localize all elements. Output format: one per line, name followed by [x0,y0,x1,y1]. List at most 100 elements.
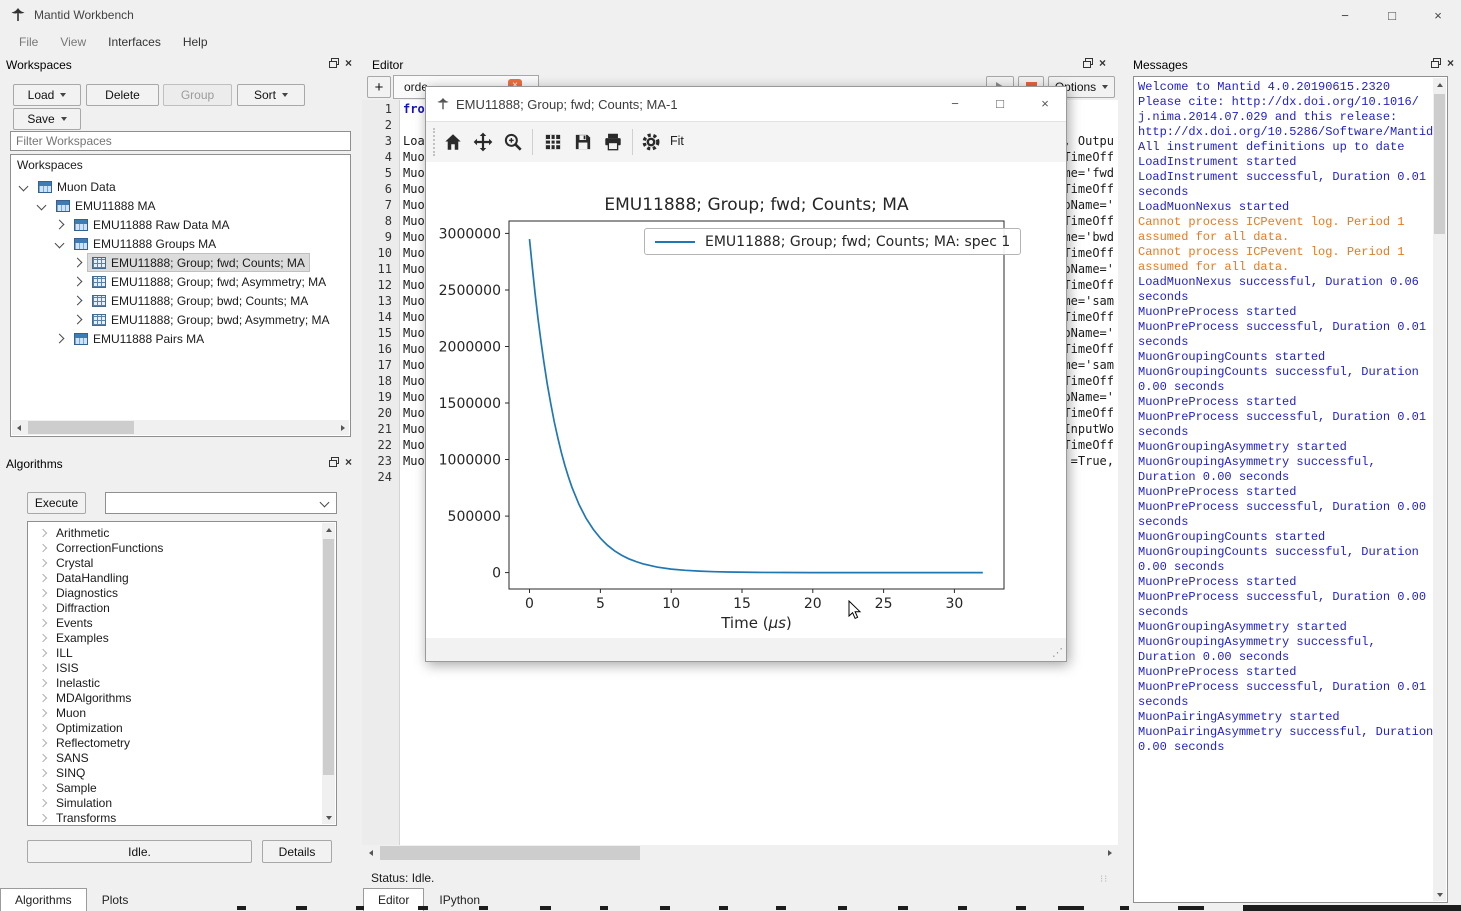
expander-icon[interactable] [39,618,47,626]
scrollbar-thumb[interactable] [1434,94,1445,234]
expander-icon[interactable] [37,201,47,211]
zoom-icon[interactable] [502,131,524,153]
close-panel-icon[interactable]: × [1447,58,1454,68]
workspace-tree-row[interactable]: EMU11888; Group; bwd; Asymmetry; MA [13,310,348,329]
algorithm-category-row[interactable]: Crystal [30,555,320,570]
workspace-tree-row[interactable]: EMU11888; Group; fwd; Counts; MA [13,253,348,272]
algorithm-select[interactable] [105,492,337,514]
expander-icon[interactable] [39,573,47,581]
expander-icon[interactable] [19,182,29,192]
algorithm-category-row[interactable]: Sample [30,780,320,795]
expander-icon[interactable] [39,753,47,761]
expander-icon[interactable] [39,693,47,701]
expander-icon[interactable] [55,220,65,230]
maximize-button[interactable]: □ [1369,0,1415,30]
fit-button[interactable]: Fit [664,132,690,150]
pan-icon[interactable] [472,131,494,153]
expander-icon[interactable] [39,663,47,671]
plot-figure-window[interactable]: EMU11888; Group; fwd; Counts; MA-1 − □ × [425,86,1067,662]
close-button[interactable]: × [1415,0,1461,30]
save-icon[interactable] [572,131,594,153]
algorithm-category-row[interactable]: Arithmetic [30,525,320,540]
combobox-arrow-icon[interactable] [320,498,330,508]
close-button[interactable]: × [1028,87,1062,120]
undock-icon[interactable] [1083,58,1093,68]
algorithm-category-row[interactable]: Transforms [30,810,320,825]
execute-button[interactable]: Execute [27,492,86,514]
algorithm-category-row[interactable]: Muon [30,705,320,720]
scroll-left-icon[interactable] [12,420,25,435]
close-panel-icon[interactable]: × [345,457,352,467]
resize-grip[interactable]: ⋰ [1052,646,1063,659]
expander-icon[interactable] [39,738,47,746]
expander-icon[interactable] [73,258,83,268]
workspace-tree-row[interactable]: EMU11888; Group; bwd; Counts; MA [13,291,348,310]
expander-icon[interactable] [55,334,65,344]
expander-icon[interactable] [73,296,83,306]
details-button[interactable]: Details [262,840,332,863]
tree-root-label[interactable]: Workspaces [17,158,83,172]
customize-icon[interactable] [640,131,662,153]
workspace-tree-row[interactable]: EMU11888 MA [13,196,348,215]
algorithm-category-row[interactable]: Events [30,615,320,630]
algorithm-category-row[interactable]: SANS [30,750,320,765]
minimize-button[interactable]: − [1322,0,1368,30]
scroll-up-icon[interactable] [1433,78,1446,91]
algorithm-category-row[interactable]: DataHandling [30,570,320,585]
tree-hscrollbar[interactable] [12,420,349,435]
algorithm-category-row[interactable]: Simulation [30,795,320,810]
maximize-button[interactable]: □ [983,87,1017,120]
plot-canvas[interactable]: EMU11888; Group; fwd; Counts; MA 0510152… [426,162,1066,640]
undock-icon[interactable] [329,58,339,68]
expander-icon[interactable] [39,768,47,776]
expander-icon[interactable] [39,528,47,536]
expander-icon[interactable] [39,678,47,686]
save-button[interactable]: Save [13,108,81,130]
close-panel-icon[interactable]: × [345,58,352,68]
expander-icon[interactable] [39,603,47,611]
algorithm-category-row[interactable]: Diagnostics [30,585,320,600]
close-panel-icon[interactable]: × [1099,58,1106,68]
messages-vscrollbar[interactable] [1433,78,1446,901]
algorithm-category-row[interactable]: CorrectionFunctions [30,540,320,555]
expander-icon[interactable] [39,588,47,596]
expander-icon[interactable] [39,543,47,551]
expander-icon[interactable] [39,723,47,731]
algorithm-category-row[interactable]: MDAlgorithms [30,690,320,705]
scroll-up-icon[interactable] [322,523,335,536]
scrollbar-thumb[interactable] [28,421,134,434]
scroll-right-icon[interactable] [1103,845,1116,861]
messages-log[interactable]: Welcome to Mantid 4.0.20190615.2320Pleas… [1133,76,1448,903]
menu-item[interactable]: View [49,32,97,52]
scroll-down-icon[interactable] [322,811,335,824]
menu-item[interactable]: Interfaces [97,32,172,52]
editor-hscrollbar[interactable] [362,845,1118,861]
dock-tab[interactable]: Editor [363,888,424,911]
workspace-tree-row[interactable]: EMU11888 Pairs MA [13,329,348,348]
workspace-tree-row[interactable]: EMU11888 Raw Data MA [13,215,348,234]
scroll-left-icon[interactable] [364,845,377,861]
expander-icon[interactable] [39,708,47,716]
new-tab-button[interactable]: + [367,76,391,98]
group-button[interactable]: Group [163,84,232,106]
workspace-tree-row[interactable]: EMU11888 Groups MA [13,234,348,253]
plot-window-titlebar[interactable]: EMU11888; Group; fwd; Counts; MA-1 − □ × [426,87,1066,121]
expander-icon[interactable] [39,813,47,821]
algorithm-category-row[interactable]: ISIS [30,660,320,675]
scrollbar-thumb[interactable] [323,539,334,775]
scrollbar-thumb[interactable] [380,846,640,860]
algorithm-category-row[interactable]: ILL [30,645,320,660]
algorithm-categories-list[interactable]: Arithmetic CorrectionFunctions Crystal D… [27,521,337,826]
grid-icon[interactable] [542,131,564,153]
expander-icon[interactable] [73,277,83,287]
expander-icon[interactable] [39,798,47,806]
undock-icon[interactable] [329,457,339,467]
expander-icon[interactable] [39,558,47,566]
expander-icon[interactable] [39,633,47,641]
print-icon[interactable] [602,131,624,153]
algorithm-category-row[interactable]: SINQ [30,765,320,780]
expander-icon[interactable] [55,239,65,249]
algorithm-category-row[interactable]: Reflectometry [30,735,320,750]
workspaces-tree[interactable]: Workspaces Muon Data EMU11888 MA [10,154,351,437]
workspace-tree-row[interactable]: EMU11888; Group; fwd; Asymmetry; MA [13,272,348,291]
